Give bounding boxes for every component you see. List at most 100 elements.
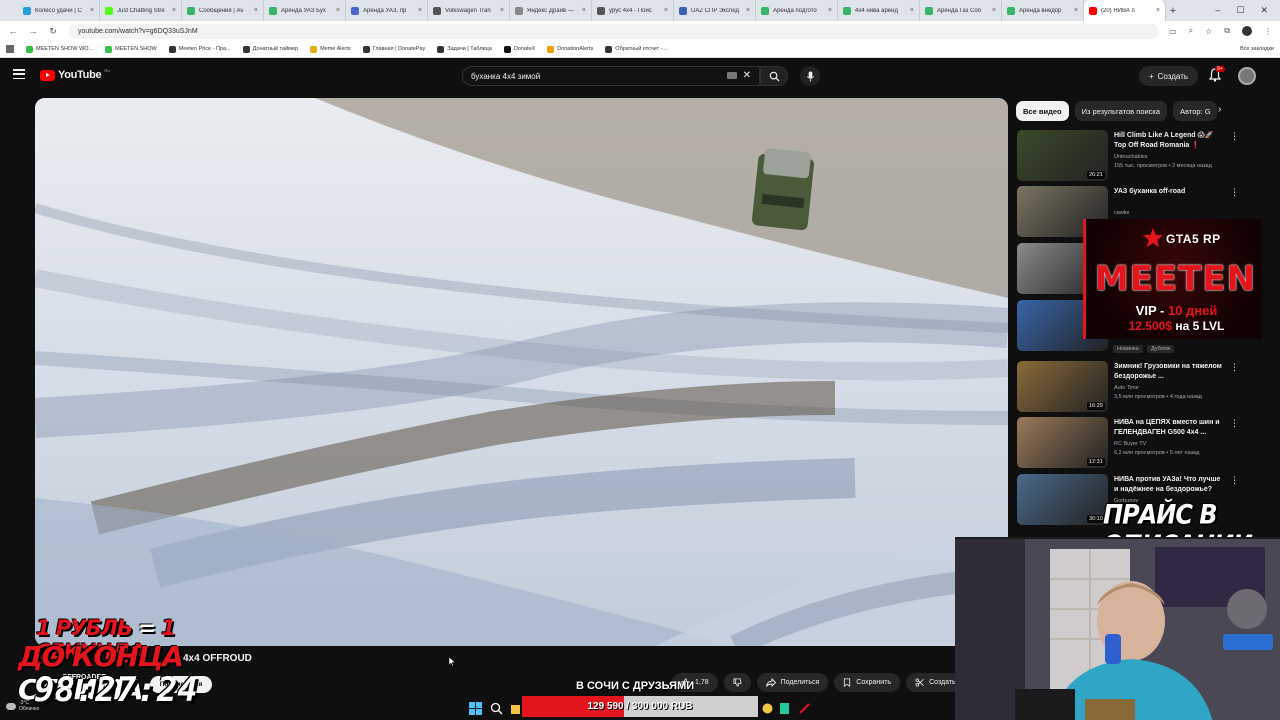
bookmark-item[interactable]: Главная | DonatePay [362, 45, 425, 53]
menu-icon[interactable] [13, 69, 25, 79]
tab-close-icon[interactable]: × [1074, 7, 1078, 14]
tab-close-icon[interactable]: × [418, 7, 422, 14]
taskbar-app-icon[interactable] [778, 702, 791, 715]
windows-start-icon[interactable] [469, 702, 482, 715]
save-button[interactable]: Сохранить [834, 673, 901, 692]
taskbar-app-icon[interactable] [798, 702, 811, 715]
recommendation-title[interactable]: НИВА против УАЗа! Что лучше и надёжнее н… [1114, 475, 1226, 494]
back-icon[interactable]: ← [8, 26, 18, 36]
recommendation-title[interactable]: УАЗ буханка off-road [1114, 187, 1226, 197]
more-actions-icon[interactable]: ⋮ [1230, 418, 1239, 429]
tab-close-icon[interactable]: × [500, 7, 504, 14]
recommendation-channel[interactable]: Auto Time [1114, 385, 1139, 391]
clear-search-icon[interactable]: ✕ [743, 70, 751, 81]
screen: Колесо удачи | C × Just Chatting Stre × Сооб… [0, 0, 1280, 720]
bookmark-item[interactable]: Донатный таймер [242, 45, 298, 53]
minimize-icon[interactable]: – [1215, 5, 1220, 16]
dislike-button[interactable] [723, 673, 751, 692]
gta5rp-ad-overlay: GTA5 RP MEETEN VIP - 10 дней 12.500$ на … [1083, 219, 1262, 339]
bookmark-item[interactable]: Meme Alerts [310, 45, 351, 53]
tab-close-icon[interactable]: × [992, 7, 996, 14]
recommendation-item[interactable]: 12:31 НИВА на ЦЕПЯХ вместо шин и ГЕЛЕНДВА… [1017, 417, 1263, 469]
recommendation-channel[interactable]: Untouchables [1114, 154, 1148, 160]
extensions-icon[interactable]: ⧉ [1224, 26, 1230, 36]
maximize-icon[interactable]: ☐ [1236, 5, 1244, 16]
zoom-icon[interactable]: ⌕ [1189, 26, 1193, 36]
browser-tab[interactable]: Колесо удачи | C × [18, 0, 100, 21]
browser-tab[interactable]: Volkswagen Tran × [428, 0, 510, 21]
tab-close-icon[interactable]: × [828, 7, 832, 14]
account-avatar[interactable] [1238, 67, 1256, 85]
reload-icon[interactable]: ↻ [48, 26, 58, 37]
apps-grid-icon[interactable] [6, 45, 14, 53]
video-player[interactable] [35, 98, 1008, 646]
chips-next-chevron-icon[interactable]: › [1218, 104, 1221, 115]
recommendation-channel[interactable]: cawke [1114, 210, 1130, 216]
menu-dots-icon[interactable]: ⋮ [1264, 27, 1272, 36]
url-field[interactable]: youtube.com/watch?v=g6DQ33uSJnM [68, 23, 1160, 39]
bookmark-item[interactable]: DonationAlerts [547, 45, 593, 53]
more-actions-icon[interactable]: ⋮ [1230, 362, 1239, 373]
cast-icon[interactable]: ▭ [1169, 27, 1177, 36]
chip-author[interactable]: Автор: G [1173, 101, 1218, 121]
browser-tab[interactable]: Аренда внедор × [1002, 0, 1084, 21]
browser-tab[interactable]: Сообщения | Av × [182, 0, 264, 21]
more-actions-icon[interactable]: ⋮ [1230, 187, 1239, 198]
new-tab-button[interactable]: + [1166, 5, 1180, 17]
browser-tab[interactable]: урус 4х4 - Поис × [592, 0, 674, 21]
profile-avatar[interactable] [1242, 26, 1252, 36]
recommendation-title[interactable]: Зимник! Грузовики на тяжелом бездорожье … [1114, 362, 1226, 381]
tab-close-icon[interactable]: × [336, 7, 340, 14]
browser-tab[interactable]: 4х4 нива аренд × [838, 0, 920, 21]
taskbar-app-icon[interactable] [761, 702, 774, 715]
tab-close-icon[interactable]: × [90, 7, 94, 14]
tab-close-icon[interactable]: × [910, 7, 914, 14]
taskbar-search-icon[interactable] [490, 702, 503, 715]
browser-tab[interactable]: Just Chatting Stre × [100, 0, 182, 21]
bookmark-item[interactable]: Meeten Price - Пра... [168, 45, 231, 53]
tab-close-icon[interactable]: × [172, 7, 176, 14]
filter-chips: Все видео Из результатов поиска Автор: G [1016, 101, 1218, 121]
tab-close-icon[interactable]: × [664, 7, 668, 14]
bookmark-item[interactable]: Задачи | Таблица [437, 45, 492, 53]
recommendation-channel[interactable]: RC Buyer TV [1114, 441, 1146, 447]
bookmark-item[interactable]: Обратный отсчет -... [605, 45, 667, 53]
youtube-logo[interactable]: YouTube RU [40, 68, 110, 81]
browser-tab[interactable]: UAZ СПР Экспед × [674, 0, 756, 21]
bookmark-item[interactable]: MEETEN SHOW WO... [26, 45, 93, 53]
recommendation-title[interactable]: Hill Climb Like A Legend 😱🚀 Top Off Road… [1114, 131, 1226, 150]
recommendation-title[interactable]: НИВА на ЦЕПЯХ вместо шин и ГЕЛЕНДВАГЕН G… [1114, 418, 1226, 437]
more-actions-icon[interactable]: ⋮ [1230, 475, 1239, 486]
search-input[interactable]: буханка 4х4 зимой ✕ [462, 66, 760, 86]
file-explorer-icon[interactable] [511, 702, 524, 715]
bookmark-star-icon[interactable]: ☆ [1205, 27, 1212, 36]
keyboard-icon[interactable] [727, 72, 737, 79]
recommendation-item[interactable]: 26:21 Hill Climb Like A Legend 😱🚀 Top Off… [1017, 130, 1263, 182]
tab-close-icon[interactable]: × [1156, 7, 1160, 14]
bookmark-item[interactable]: DonateX [503, 45, 535, 53]
recommendation-item[interactable]: 16:29 Зимник! Грузовики на тяжелом бездор… [1017, 361, 1263, 413]
weather-widget[interactable]: -3°C Облачно [6, 700, 39, 712]
voice-search-button[interactable] [800, 66, 820, 86]
browser-tab[interactable]: Аренда УАЗ Бух × [264, 0, 346, 21]
browser-tab[interactable]: Аренда УАЗ, пр × [346, 0, 428, 21]
browser-tab[interactable]: Яндекс Драйв — × [510, 0, 592, 21]
browser-tab[interactable]: (20) НИВА п × [1084, 0, 1166, 21]
tab-favicon-icon [925, 6, 933, 15]
search-button[interactable] [760, 66, 788, 86]
create-button[interactable]: + Создать [1139, 66, 1198, 86]
tab-close-icon[interactable]: × [254, 7, 258, 14]
more-actions-icon[interactable]: ⋮ [1230, 131, 1239, 142]
youtube-wordmark: YouTube [58, 69, 102, 81]
chip-all-videos[interactable]: Все видео [1016, 101, 1069, 121]
bookmark-item[interactable]: MEETEN SHOW [105, 45, 157, 53]
forward-icon[interactable]: → [28, 26, 38, 36]
all-bookmarks-button[interactable]: Все закладки [1240, 46, 1274, 52]
close-window-icon[interactable]: ✕ [1260, 5, 1268, 16]
tab-close-icon[interactable]: × [582, 7, 586, 14]
share-button[interactable]: Поделиться [756, 673, 829, 692]
chip-from-search[interactable]: Из результатов поиска [1074, 101, 1168, 121]
tab-close-icon[interactable]: × [746, 7, 750, 14]
browser-tab[interactable]: Аренда подгото × [756, 0, 838, 21]
browser-tab[interactable]: Аренда Газ Соб × [920, 0, 1002, 21]
